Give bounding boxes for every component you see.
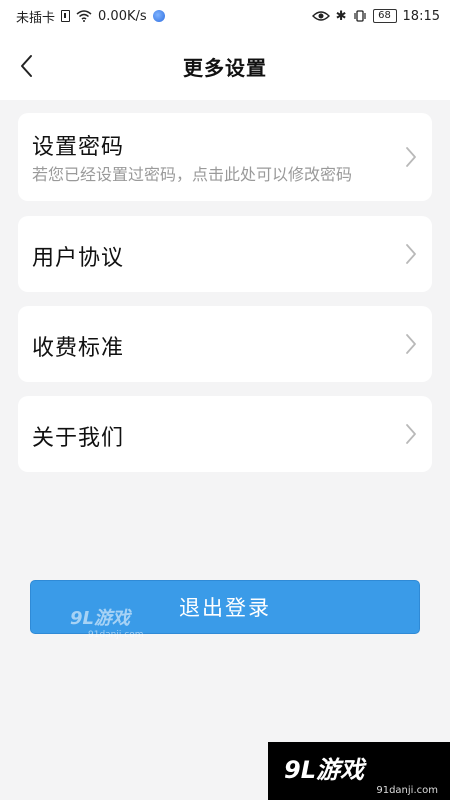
watermark-name: 9L游戏 xyxy=(284,756,364,784)
clock: 18:15 xyxy=(402,8,440,24)
watermark-corner: 9L游戏 91danji.com xyxy=(268,742,450,800)
status-bar-right: ✱ 68 18:15 xyxy=(311,8,440,24)
carrier-text: 未插卡 xyxy=(16,10,56,26)
set-password-title: 设置密码 xyxy=(32,135,125,160)
wifi-icon xyxy=(76,10,92,22)
chevron-right-icon xyxy=(406,244,416,264)
watermark-domain: 91danji.com xyxy=(376,785,438,796)
user-agreement-title: 用户协议 xyxy=(32,246,125,271)
watermark-inline: 9L游戏 91danji.com xyxy=(70,604,143,640)
about-us-title: 关于我们 xyxy=(32,426,125,451)
fee-standard-title: 收费标准 xyxy=(32,336,125,361)
chevron-right-icon xyxy=(406,424,416,444)
bluetooth-icon: ✱ xyxy=(335,8,347,24)
vibrate-icon xyxy=(353,10,366,22)
sim-icon xyxy=(61,10,71,22)
chevron-right-icon xyxy=(406,334,416,354)
fee-standard-item[interactable]: 收费标准 xyxy=(18,306,432,382)
about-us-item[interactable]: 关于我们 xyxy=(18,396,432,472)
watermark-inline-name: 9L游戏 xyxy=(70,608,130,629)
watermark-inline-domain: 91danji.com xyxy=(88,630,144,640)
status-bar: 未插卡 0.00K/s ✱ 68 18:15 xyxy=(0,0,450,32)
globe-icon xyxy=(152,10,165,22)
screen: 未插卡 0.00K/s ✱ 68 18:15 更多设置 设置密码 若您已经设置过… xyxy=(0,0,450,800)
chevron-right-icon xyxy=(406,147,416,167)
status-bar-left: 未插卡 0.00K/s xyxy=(16,7,165,26)
battery-icon: 68 xyxy=(372,9,397,23)
network-speed: 0.00K/s xyxy=(98,8,147,24)
eye-icon xyxy=(311,11,330,21)
page-title: 更多设置 xyxy=(183,56,267,80)
user-agreement-item[interactable]: 用户协议 xyxy=(18,216,432,292)
set-password-item[interactable]: 设置密码 若您已经设置过密码，点击此处可以修改密码 xyxy=(18,113,432,201)
set-password-description: 若您已经设置过密码，点击此处可以修改密码 xyxy=(32,165,353,184)
app-header: 更多设置 xyxy=(0,32,450,100)
